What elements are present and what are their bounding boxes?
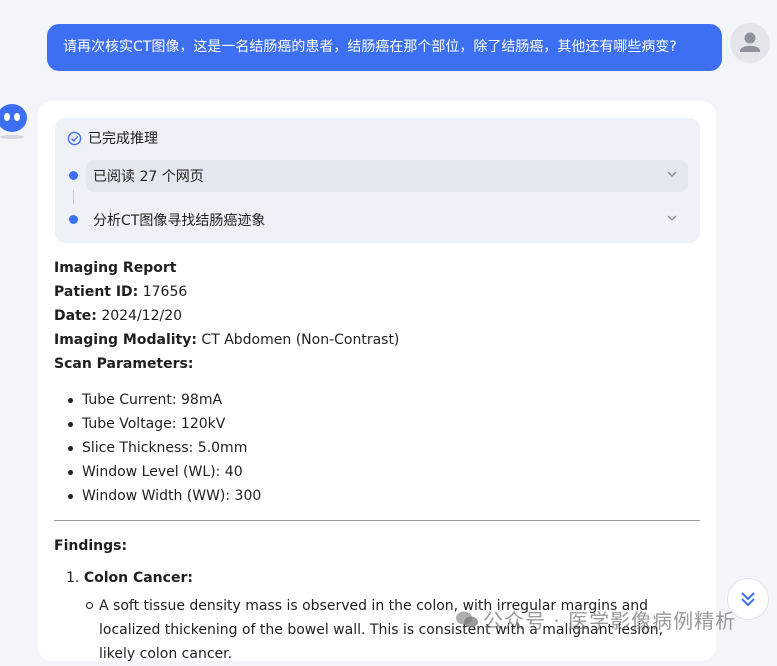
date-label: Date: [54,308,97,324]
date-value: 2024/12/20 [101,308,183,324]
finding-number: 1. [66,570,80,586]
step-connector [73,190,74,204]
list-item: Slice Thickness: 5.0mm [67,436,261,460]
report-title: Imaging Report [54,260,177,276]
check-circle-icon [67,131,82,145]
scan-params-heading: Scan Parameters: [54,356,194,372]
watermark: 公众号 · 医学影像病例精析 [455,605,736,634]
patient-id-value: 17656 [142,284,188,300]
patient-id-row: Patient ID: 17656 [54,284,187,300]
reasoning-step-label: 已阅读 27 个网页 [93,169,204,185]
step-dot-icon [69,215,78,224]
reasoning-step-read-webpages[interactable]: 已阅读 27 个网页 [86,160,688,192]
double-chevron-down-icon [741,592,755,607]
user-avatar[interactable] [730,23,770,63]
findings-heading: Findings: [54,538,128,554]
assistant-avatar [0,100,30,140]
finding-title: Colon Cancer: [83,570,193,586]
list-item: Window Width (WW): 300 [67,484,261,508]
chevron-down-icon [667,171,677,177]
list-item: Window Level (WL): 40 [67,460,261,484]
list-item: Tube Current: 98mA [67,388,261,412]
watermark-text: 公众号 · 医学影像病例精析 [483,609,737,633]
robot-icon [0,104,27,139]
reasoning-status-label: 已完成推理 [88,131,158,147]
modality-row: Imaging Modality: CT Abdomen (Non-Contra… [54,332,399,348]
reasoning-status[interactable]: 已完成推理 [67,129,158,147]
date-row: Date: 2024/12/20 [54,308,182,324]
reasoning-step-analyze-ct[interactable]: 分析CT图像寻找结肠癌迹象 [86,204,688,236]
reasoning-step-label: 分析CT图像寻找结肠癌迹象 [93,213,266,229]
modality-value: CT Abdomen (Non-Contrast) [201,332,400,348]
modality-label: Imaging Modality: [54,332,197,348]
scan-params-list: Tube Current: 98mA Tube Voltage: 120kV S… [67,388,261,508]
user-icon [740,32,760,52]
chevron-down-icon [667,215,677,221]
user-message-bubble: 请再次核实CT图像，这是一名结肠癌的患者，结肠癌在那个部位，除了结肠癌，其他还有… [47,24,722,71]
user-message-row: 请再次核实CT图像，这是一名结肠癌的患者，结肠癌在那个部位，除了结肠癌，其他还有… [47,24,722,71]
step-dot-icon [69,171,78,180]
scroll-to-bottom-button[interactable] [727,578,769,620]
list-item: Tube Voltage: 120kV [67,412,261,436]
finding-item: 1. Colon Cancer: [66,570,193,586]
patient-id-label: Patient ID: [54,284,139,300]
wechat-icon [456,611,478,627]
divider [54,520,700,521]
